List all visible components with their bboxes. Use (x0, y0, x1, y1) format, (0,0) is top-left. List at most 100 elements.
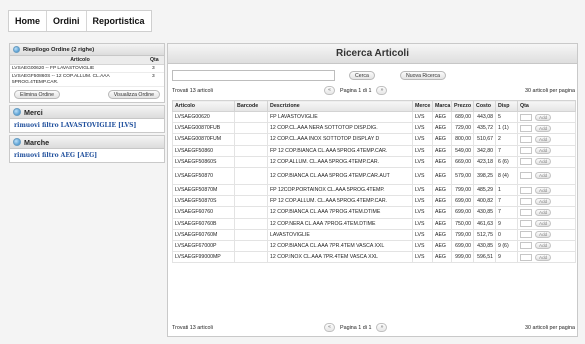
nuova-ricerca-button[interactable]: Nuova Ricerca (400, 71, 447, 80)
per-page-label: 30 articoli per pagina (524, 88, 575, 94)
add-button[interactable]: Add (535, 172, 552, 180)
cell-descr: 12 COP.ALLUM. CL.AAA 5PROG.4TEMP.CAR. (267, 155, 413, 168)
add-button[interactable]: Add (535, 135, 552, 143)
next-page-button[interactable]: » (376, 323, 388, 332)
order-item-qty: 3 (150, 64, 164, 74)
prev-page-button[interactable]: « (324, 86, 335, 95)
quantity-input[interactable] (520, 147, 532, 155)
add-button[interactable]: Add (535, 253, 552, 261)
cell-disp: 8 (4) (495, 166, 518, 185)
cell-barcode (234, 133, 268, 146)
cell-merce: LVS (412, 228, 433, 241)
cell-marca: AEG (432, 110, 452, 124)
cell-disp: 9 (6) (495, 239, 518, 253)
quantity-input[interactable] (520, 124, 532, 132)
cell-articolo: LVSAEGF50860S (172, 155, 235, 168)
riepilogo-title: Riepilogo Ordine (2 righe) (23, 46, 95, 53)
col-header[interactable]: Qta (517, 100, 576, 112)
quantity-input[interactable] (520, 231, 532, 239)
elimina-ordine-button[interactable]: Elimina Ordine (14, 90, 61, 100)
quantity-input[interactable] (520, 172, 532, 180)
col-header[interactable]: Marca (432, 100, 452, 112)
table-row: LVSAEG00870FUM 12 COP.CL.AAA INOX SOTTOTO… (172, 133, 576, 146)
col-header[interactable]: Prezzo (451, 100, 474, 112)
quantity-input[interactable] (520, 197, 532, 205)
col-header[interactable]: Costo (473, 100, 496, 112)
cell-descr: 12 COP.BIANCA CL.AAA 5PROG.4TEMP.CAR.AUT (267, 166, 413, 185)
add-button[interactable]: Add (535, 124, 552, 132)
quantity-input[interactable] (520, 253, 532, 261)
cell-qta: Add (517, 133, 576, 146)
cell-costo: 461,63 (473, 217, 496, 230)
cell-articolo: LVSAEGF50860 (172, 144, 235, 157)
cell-prezzo: 799,00 (451, 228, 474, 241)
search-input[interactable] (172, 70, 335, 81)
quantity-input[interactable] (520, 208, 532, 216)
cell-barcode (234, 217, 268, 230)
quantity-input[interactable] (520, 158, 532, 166)
search-row: Cerca Nuova Ricerca (172, 70, 575, 82)
cell-articolo: LVSAEGF50870S (172, 195, 235, 208)
quantity-input[interactable] (520, 242, 532, 250)
cell-marca: AEG (432, 122, 452, 135)
cell-merce: LVS (412, 183, 433, 197)
cell-costo: 423,18 (473, 155, 496, 168)
cell-qta: Add (517, 155, 576, 168)
visualizza-ordine-button[interactable]: Visualizza Ordine (107, 90, 160, 100)
cerca-button[interactable]: Cerca (349, 71, 375, 80)
col-header[interactable]: Descrizione (267, 100, 413, 112)
prev-page-button[interactable]: « (324, 323, 335, 332)
marche-remove-filter-link[interactable]: rimuovi filtro AEG [AEG] (10, 149, 164, 162)
quantity-input[interactable] (520, 113, 532, 121)
cell-prezzo: 800,00 (451, 133, 474, 146)
col-header[interactable]: Articolo (172, 100, 235, 112)
col-articolo: Articolo (10, 56, 150, 65)
quantity-input[interactable] (520, 135, 532, 143)
col-header[interactable]: Merce (412, 100, 433, 112)
cell-prezzo: 729,00 (451, 122, 474, 135)
add-button[interactable]: Add (535, 197, 552, 205)
nav-ordini[interactable]: Ordini (47, 11, 87, 31)
cell-qta: Add (517, 183, 576, 197)
order-row: LVSAEG00620 -- FP LAVASTOVIGLIE 3 (10, 64, 164, 74)
table-row: LVSAEGF60760 12 COP.BIANCA CL.AAA 7PROG.4… (172, 206, 576, 219)
add-button[interactable]: Add (535, 242, 552, 250)
add-button[interactable]: Add (535, 147, 552, 155)
cell-costo: 400,82 (473, 195, 496, 208)
add-button[interactable]: Add (535, 208, 552, 216)
add-button[interactable]: Add (535, 113, 552, 121)
add-button[interactable]: Add (535, 220, 552, 228)
order-buttons: Elimina Ordine Visualizza Ordine (10, 87, 164, 102)
cell-articolo: LVSAEG00620 (172, 110, 235, 124)
add-button[interactable]: Add (535, 158, 552, 166)
cell-marca: AEG (432, 228, 452, 241)
quantity-input[interactable] (520, 220, 532, 228)
col-header[interactable]: Barcode (234, 100, 268, 112)
add-button[interactable]: Add (535, 231, 552, 239)
merci-remove-filter-link[interactable]: rimuovi filtro LAVASTOVIGLIE [LVS] (10, 119, 164, 132)
cell-articolo: LVSAEGF60760B (172, 217, 235, 230)
nav-home[interactable]: Home (9, 11, 48, 31)
cell-marca: AEG (432, 183, 452, 197)
cell-marca: AEG (432, 239, 452, 253)
order-item-text: LVSAEG00620 -- FP LAVASTOVIGLIE (10, 64, 150, 74)
cell-merce: LVS (412, 251, 433, 264)
cell-descr: 12 COP.NERA CL.AAA 7PROG.4TEM.DTIME (267, 217, 413, 230)
cell-costo: 443,08 (473, 110, 496, 124)
cell-disp: 6 (6) (495, 155, 518, 168)
table-row: LVSAEGF50870 12 COP.BIANCA CL.AAA 5PROG.4… (172, 166, 576, 185)
cell-marca: AEG (432, 144, 452, 157)
cell-costo: 435,72 (473, 122, 496, 135)
pager: « Pagina 1 di 1 » (324, 86, 388, 95)
pager: « Pagina 1 di 1 » (324, 323, 388, 332)
cell-descr: 12 COP.BIANCA CL.AAA 7PR.4TEM VASCA XXL (267, 239, 413, 253)
order-summary-table: Articolo Qta LVSAEG00620 -- FP LAVASTOVI… (10, 56, 164, 88)
next-page-button[interactable]: » (376, 86, 388, 95)
nav-reportistica[interactable]: Reportistica (87, 11, 151, 31)
col-header[interactable]: Disp (495, 100, 518, 112)
add-button[interactable]: Add (535, 186, 552, 194)
per-page-label: 30 articoli per pagina (524, 325, 575, 331)
quantity-input[interactable] (520, 186, 532, 194)
sidebar: Riepilogo Ordine (2 righe) Articolo Qta … (9, 43, 165, 165)
cell-descr: 12 COP.INOX CL.AAA 7PR.4TEM VASCA XXL (267, 251, 413, 264)
